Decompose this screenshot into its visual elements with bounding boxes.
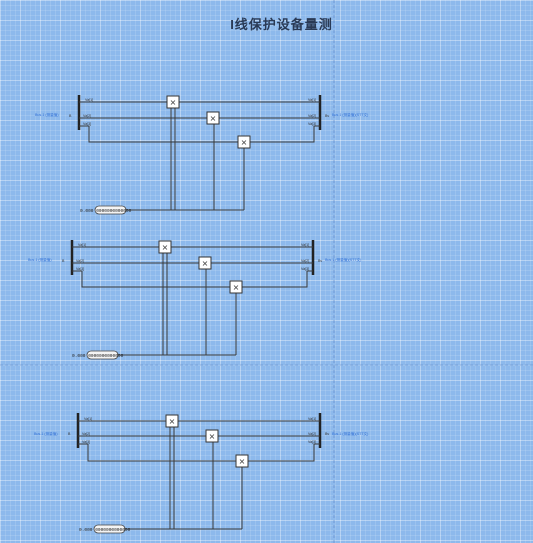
- output-port-label: Va[1]: [308, 98, 316, 102]
- diagram-1: Bus-1 (测量值) Bus-1 (测量值)(STT文) Va[1] Va[1] Va…: [35, 95, 368, 215]
- multiplier-symbol: ×: [241, 138, 248, 147]
- right-bus-label: Bus-1 (测量值)(STT文): [332, 431, 368, 436]
- right-bus-label: Bus-1 (测量值)(STT文): [332, 112, 368, 117]
- display-value: 0.000 0000000000000: [72, 353, 124, 359]
- output-port-label: Va[2]: [301, 259, 309, 263]
- output-port-label: Va[2]: [308, 432, 316, 436]
- multiplier-symbol: ×: [170, 98, 177, 107]
- input-port-label: Va[2]: [76, 259, 84, 263]
- left-extra-label: B: [68, 432, 71, 436]
- right-extra-label: Bv: [318, 259, 322, 263]
- output-port-label: Va[2]: [308, 114, 316, 118]
- output-port-label: Va[1]: [301, 243, 309, 247]
- input-port-label: Va[1]: [85, 98, 93, 102]
- signal-wire: [72, 270, 313, 288]
- input-port-label: Va[2]: [83, 114, 91, 118]
- multiplier-symbol: ×: [210, 114, 217, 123]
- input-port-label: Va[3]: [82, 440, 90, 444]
- right-bus-label: Bus-1 (测量值)(STT文): [325, 257, 361, 262]
- multiplier-symbol: ×: [239, 457, 246, 466]
- multiplier-symbol: ×: [169, 417, 176, 426]
- multiplier-symbol: ×: [202, 259, 209, 268]
- input-port-label: Va[3]: [76, 267, 84, 271]
- signal-wire: [79, 125, 320, 143]
- diagram-group: Bus-1 (测量值) Bus-1 (测量值)(STT文) Va[1] Va[1] Va…: [28, 95, 368, 534]
- display-value: 0.000 0000000000000: [79, 527, 131, 533]
- left-extra-label: B: [69, 114, 72, 118]
- left-extra-label: B: [62, 259, 65, 263]
- output-port-label: Va[3]: [301, 267, 309, 271]
- multiplier-symbol: ×: [233, 283, 240, 292]
- left-bus-label: Bus-1 (测量值): [35, 112, 59, 117]
- signal-wire: [78, 443, 320, 462]
- multiplier-symbol: ×: [162, 243, 169, 252]
- left-bus-label: Bus-1 (测量值): [28, 257, 52, 262]
- display-value: 0.000 0000000000000: [80, 208, 132, 214]
- multiplier-symbol: ×: [209, 432, 216, 441]
- input-port-label: Va[1]: [84, 417, 92, 421]
- right-extra-label: Bv: [325, 432, 329, 436]
- input-port-label: Va[2]: [82, 432, 90, 436]
- output-port-label: Va[3]: [308, 122, 316, 126]
- input-port-label: Va[3]: [83, 122, 91, 126]
- output-port-label: Va[3]: [308, 440, 316, 444]
- left-bus-label: Bus-1 (测量值): [34, 431, 58, 436]
- output-port-label: Va[1]: [308, 417, 316, 421]
- input-port-label: Va[1]: [78, 243, 86, 247]
- block-diagram-canvas: Bus-1 (测量值) Bus-1 (测量值)(STT文) Va[1] Va[1] Va…: [0, 0, 533, 543]
- diagram-2: Bus-1 (测量值) Bus-1 (测量值)(STT文) Va[1] Va[1] Va…: [28, 240, 361, 360]
- right-extra-label: Bv: [325, 114, 329, 118]
- diagram-3: Bus-1 (测量值) Bus-1 (测量值)(STT文) Va[1] Va[1] Va…: [34, 413, 368, 534]
